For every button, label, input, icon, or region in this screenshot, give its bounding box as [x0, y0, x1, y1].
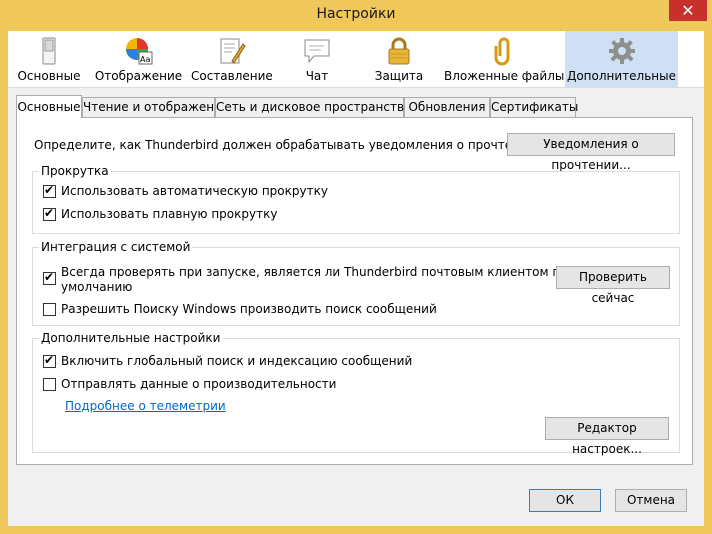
group-title: Дополнительные настройки — [39, 331, 223, 345]
toolbar-label: Составление — [191, 69, 273, 83]
telemetry-checkbox[interactable] — [43, 378, 56, 391]
advanced-settings-group: Дополнительные настройки Включить глобал… — [32, 331, 680, 456]
close-button[interactable]: ✕ — [669, 0, 707, 21]
auto-scroll-label[interactable]: Использовать автоматическую прокрутку — [61, 184, 328, 198]
tab-general[interactable]: Основные — [16, 95, 82, 118]
windows-search-checkbox[interactable] — [43, 303, 56, 316]
window-client: Основные Aa Отображение Составление Чат … — [8, 31, 704, 526]
color-palette-icon: Aa — [125, 38, 152, 65]
svg-text:Aa: Aa — [140, 55, 150, 64]
tab-network-disk[interactable]: Сеть и дисковое пространство — [215, 97, 411, 117]
compose-pencil-icon — [220, 38, 246, 64]
default-client-checkbox[interactable] — [43, 270, 56, 285]
category-toolbar: Основные Aa Отображение Составление Чат … — [8, 31, 704, 88]
group-title: Интеграция с системой — [39, 240, 193, 254]
toolbar-label: Чат — [305, 69, 329, 83]
default-client-label-line2[interactable]: умолчанию — [61, 280, 132, 294]
toolbar-label: Вложенные файлы — [444, 69, 565, 83]
toolbar-item-attachments[interactable]: Вложенные файлы — [444, 31, 564, 87]
ok-button[interactable]: ОК — [529, 489, 601, 512]
tab-updates[interactable]: Обновления — [404, 97, 490, 117]
global-search-checkbox[interactable] — [43, 353, 56, 368]
paperclip-icon — [494, 37, 510, 66]
tab-certificates[interactable]: Сертификаты — [490, 97, 578, 117]
receipts-description: Определите, как Thunderbird должен обраб… — [34, 138, 536, 152]
switch-icon — [42, 37, 56, 65]
toolbar-item-chat[interactable]: Чат — [281, 31, 353, 87]
cancel-button[interactable]: Отмена — [615, 489, 687, 512]
preferences-window: Настройки ✕ Основные Aa Отображение Сост… — [0, 0, 712, 534]
toolbar-label: Отображение — [94, 69, 183, 83]
title-bar[interactable]: Настройки ✕ — [0, 0, 712, 31]
gear-icon — [608, 38, 635, 64]
global-search-label[interactable]: Включить глобальный поиск и индексацию с… — [61, 354, 412, 368]
tab-reading-display[interactable]: Чтение и отображение — [82, 97, 229, 117]
receipts-button[interactable]: Уведомления о прочтении... — [507, 133, 675, 172]
smooth-scroll-checkbox[interactable] — [43, 206, 56, 221]
chat-bubble-icon — [304, 39, 330, 64]
toolbar-item-general[interactable]: Основные — [13, 31, 85, 87]
scrolling-group: Прокрутка Использовать автоматическую пр… — [32, 164, 680, 234]
windows-search-label[interactable]: Разрешить Поиску Windows производить пои… — [61, 302, 437, 316]
toolbar-item-security[interactable]: Защита — [363, 31, 435, 87]
default-client-label-line1[interactable]: Всегда проверять при запуске, является л… — [61, 265, 568, 279]
toolbar-item-composition[interactable]: Составление — [191, 31, 273, 87]
smooth-scroll-label[interactable]: Использовать плавную прокрутку — [61, 207, 277, 221]
toolbar-label: Основные — [17, 69, 81, 83]
toolbar-item-display[interactable]: Aa Отображение — [93, 31, 184, 87]
toolbar-item-advanced[interactable]: Дополнительные — [565, 31, 678, 87]
toolbar-label: Защита — [374, 69, 424, 83]
config-editor-button[interactable]: Редактор настроек... — [545, 417, 669, 456]
auto-scroll-checkbox[interactable] — [43, 183, 56, 198]
padlock-icon — [388, 37, 410, 65]
toolbar-label: Дополнительные — [566, 69, 677, 83]
system-integration-group: Интеграция с системой Всегда проверять п… — [32, 240, 680, 326]
check-now-button[interactable]: Проверить сейчас — [556, 266, 670, 305]
telemetry-label[interactable]: Отправлять данные о производительности — [61, 377, 336, 391]
window-title: Настройки — [316, 6, 396, 22]
group-title: Прокрутка — [39, 164, 111, 178]
advanced-general-panel: Определите, как Thunderbird должен обраб… — [16, 117, 693, 465]
telemetry-info-link[interactable]: Подробнее о телеметрии — [65, 399, 226, 413]
